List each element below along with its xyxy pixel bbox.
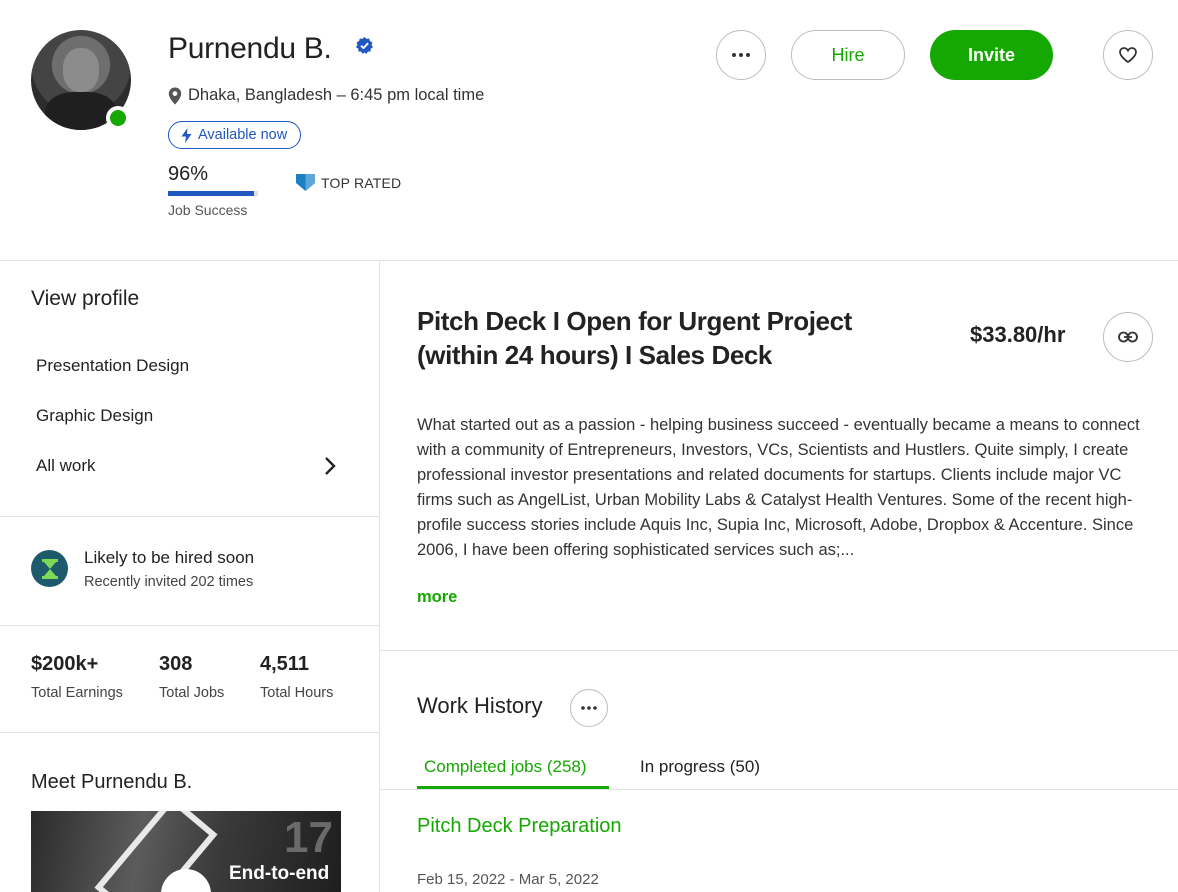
hired-soon-title: Likely to be hired soon [84,548,255,567]
job-success-label: Job Success [168,202,248,218]
lightning-icon [181,127,192,143]
active-tab-indicator [417,786,609,789]
heart-icon [1119,47,1137,63]
top-rated-badge: TOP RATED [296,174,401,191]
sidebar-divider [0,625,379,626]
video-caption: End-to-end [229,863,330,884]
tab-in-progress[interactable]: In progress (50) [640,757,760,777]
hire-button[interactable]: Hire [791,30,905,80]
video-number: 17 [284,813,333,862]
sidebar-divider [0,516,379,517]
online-status-indicator [106,106,130,130]
column-divider [379,260,380,892]
link-icon [1118,331,1138,343]
more-options-button[interactable] [716,30,766,80]
hourly-rate: $33.80/hr [970,322,1066,347]
view-profile-title: View profile [31,287,140,310]
job-success-bar [168,191,258,196]
main-divider [380,650,1178,651]
total-jobs-label: Total Jobs [159,685,225,701]
save-favorite-button[interactable] [1103,30,1153,80]
sidebar-item-presentation-design[interactable]: Presentation Design [36,356,189,376]
tabs-divider [380,789,1178,790]
work-history-title: Work History [417,693,543,718]
total-earnings-label: Total Earnings [31,685,123,701]
profile-name: Purnendu B. [168,32,332,65]
copy-link-button[interactable] [1103,312,1153,362]
job-dates: Feb 15, 2022 - Mar 5, 2022 [417,871,599,888]
meet-title: Meet Purnendu B. [31,771,193,793]
ellipsis-icon [732,53,750,57]
invite-button[interactable]: Invite [930,30,1053,80]
job-success-value: 96% [168,163,209,185]
profile-description: What started out as a passion - helping … [417,416,1140,559]
top-rated-label: TOP RATED [321,174,402,191]
sidebar-divider [0,732,379,733]
hired-soon-subtitle: Recently invited 202 times [84,574,254,590]
total-hours-label: Total Hours [260,685,334,701]
total-earnings-value: $200k+ [31,653,99,675]
header-divider [0,260,1178,261]
job-success-bar-fill [168,191,255,196]
ellipsis-icon [581,706,597,710]
availability-label: Available now [198,127,288,143]
location-line: Dhaka, Bangladesh – 6:45 pm local time [168,86,484,105]
location-pin-icon [168,87,182,104]
more-link[interactable]: more [417,588,457,607]
location-text: Dhaka, Bangladesh – 6:45 pm local time [188,86,485,104]
profile-headline: Pitch Deck I Open for Urgent Project (wi… [417,306,852,370]
chevron-right-icon[interactable] [320,455,340,477]
work-history-options-button[interactable] [570,689,608,727]
tab-completed-jobs[interactable]: Completed jobs (258) [424,757,587,777]
total-hours-value: 4,511 [260,653,309,675]
intro-video-thumbnail[interactable]: 17 End-to-end [31,811,341,892]
total-jobs-value: 308 [159,653,193,675]
hourglass-badge-icon [31,550,68,587]
top-rated-icon [296,174,315,191]
availability-badge[interactable]: Available now [168,121,302,149]
sidebar-item-graphic-design[interactable]: Graphic Design [36,406,153,426]
verified-badge-icon [356,36,373,54]
job-title[interactable]: Pitch Deck Preparation [417,815,622,838]
sidebar-item-all-work[interactable]: All work [36,456,96,476]
